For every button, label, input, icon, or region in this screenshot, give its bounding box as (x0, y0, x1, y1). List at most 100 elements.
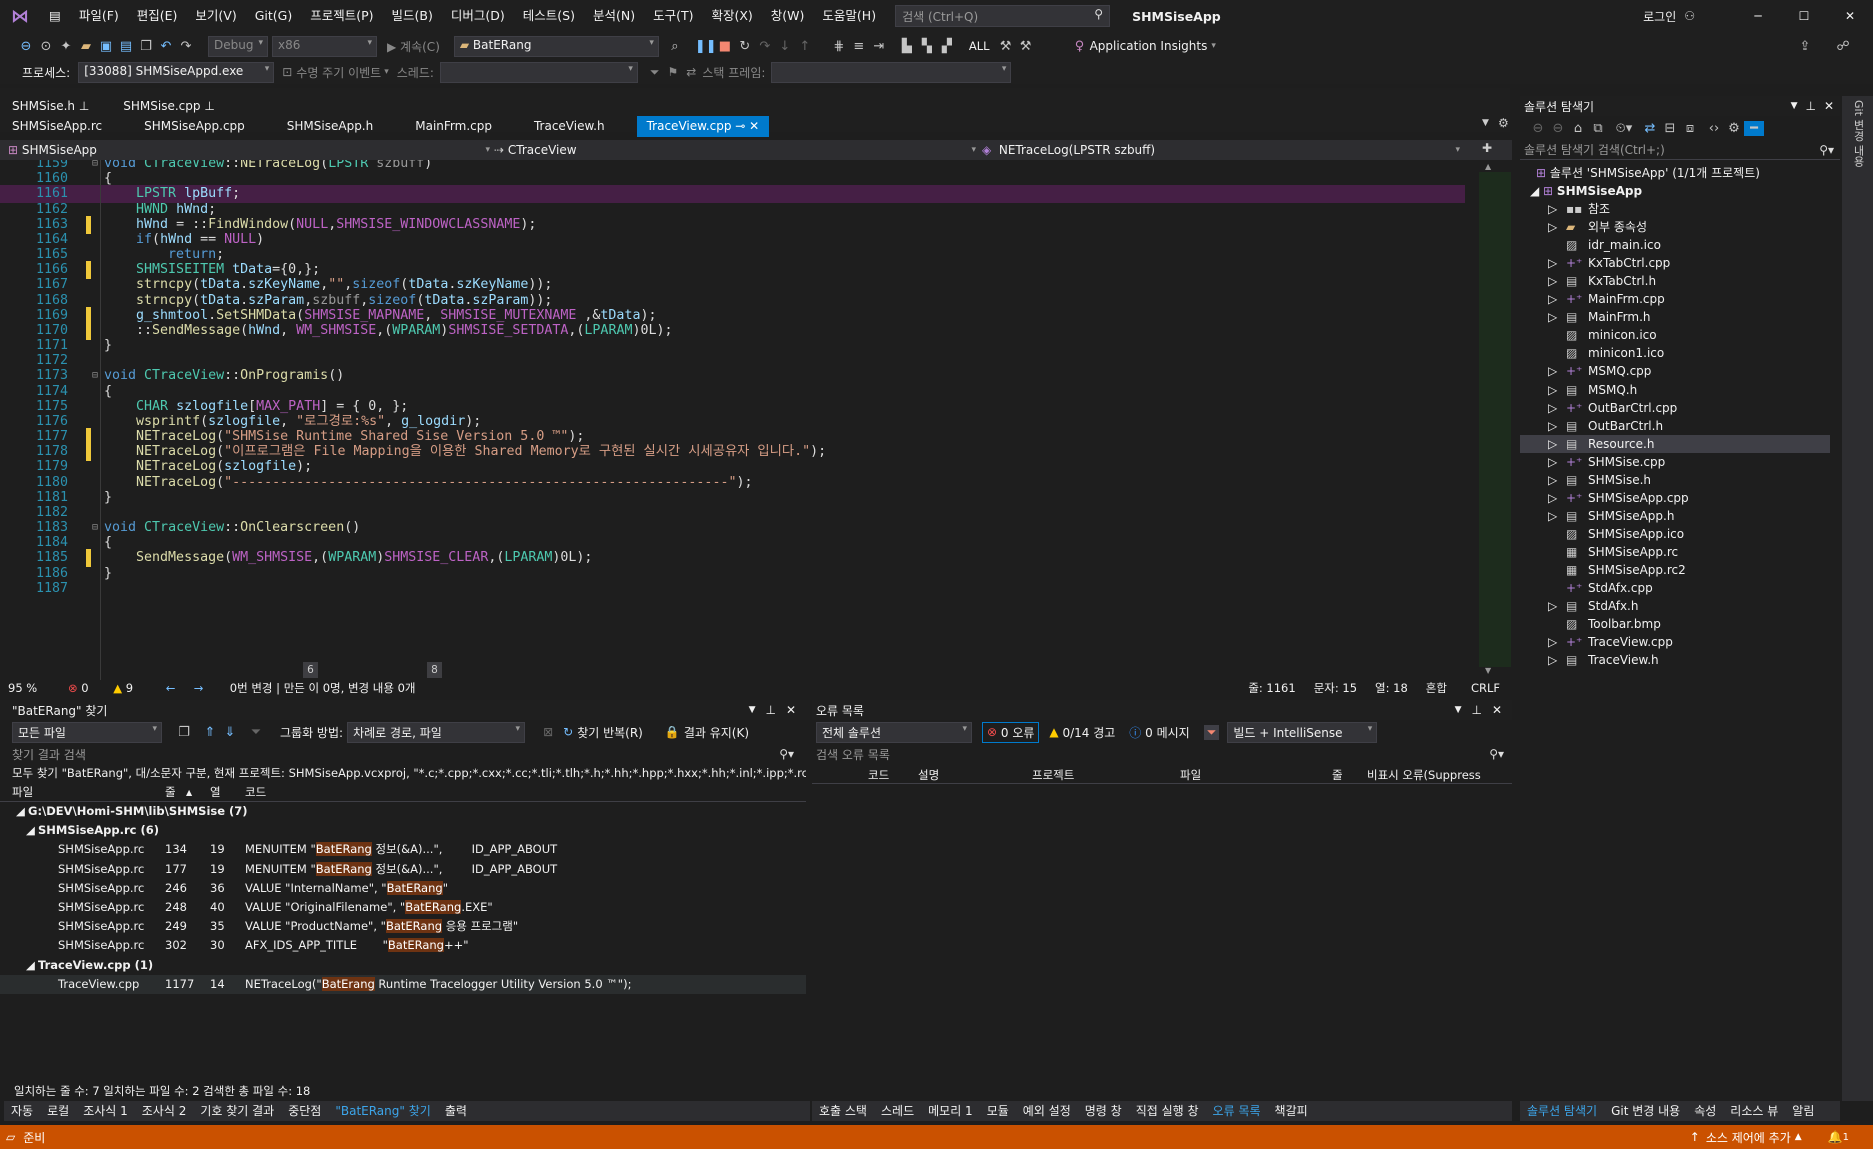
expand-arrow-icon[interactable]: ▷ (1548, 597, 1557, 615)
save-all-icon[interactable]: ▤ (116, 39, 136, 54)
view-code-icon[interactable]: ‹› (1704, 121, 1724, 136)
new-project-icon[interactable]: ✦ (56, 39, 76, 54)
tree-item[interactable]: ▷ ▪▪ 참조 (1520, 200, 1830, 218)
result-row[interactable]: SHMSiseApp.rc 177 19 MENUITEM "BatERang 정보(… (0, 860, 806, 879)
login-link[interactable]: 로그인 (1643, 8, 1676, 25)
expand-arrow-icon[interactable]: ▷ (1548, 362, 1557, 380)
repeat-find-icon[interactable]: ↻ (563, 725, 573, 739)
keep-results-button[interactable]: 결과 유지(K) (684, 724, 749, 741)
bottom-tab[interactable]: 기호 찾기 결과 (193, 1101, 281, 1121)
menu-item[interactable]: 도움말(H) (813, 0, 885, 32)
keep-results-icon[interactable]: 🔒 (665, 725, 680, 739)
tree-item[interactable]: ▷ ▤ MainFrm.h (1520, 308, 1830, 326)
panel-pin-icon[interactable]: ⊥ (765, 703, 775, 717)
err-col-code[interactable]: 코드 (868, 767, 889, 783)
tree-item[interactable]: ▷ +⁺ OutBarCtrl.cpp (1520, 399, 1830, 417)
pin-icon[interactable]: ⊥ (75, 99, 89, 113)
tree-item[interactable]: ▷ ▤ Resource.h (1520, 434, 1830, 453)
tree-item[interactable]: ▷ +⁺ SHMSise.cpp (1520, 453, 1830, 471)
menu-item[interactable]: 파일(F) (70, 0, 128, 32)
doc-tab[interactable]: SHMSiseApp.h (277, 116, 383, 137)
expand-arrow-icon[interactable]: ▷ (1548, 489, 1557, 507)
config-select[interactable]: Debug ▾ (208, 35, 268, 57)
scroll-map[interactable]: ▲ ▼ (1465, 160, 1512, 680)
expand-icon[interactable]: ◢ (26, 956, 35, 975)
col-line[interactable]: 줄 (165, 784, 176, 800)
step-out-icon[interactable]: ↑ (795, 39, 815, 54)
bottom-tab[interactable]: 조사식 1 (76, 1101, 135, 1121)
err-panel-close-icon[interactable]: ✕ (1492, 703, 1502, 717)
tree-item[interactable]: ▷ +⁺ KxTabCtrl.cpp (1520, 254, 1830, 272)
prev-result-icon[interactable]: ⇑ (200, 725, 220, 740)
menu-item[interactable]: 테스트(S) (514, 0, 584, 32)
breakpoint-icon[interactable]: ⋕ (829, 39, 849, 54)
err-col-desc[interactable]: 설명 (918, 767, 939, 783)
expand-arrow-icon[interactable]: ▷ (1548, 435, 1557, 453)
solution-node[interactable]: ⊞ 솔루션 'SHMSiseApp' (1/1개 프로젝트) (1536, 164, 1760, 182)
home-icon[interactable]: ⌂ (1568, 121, 1588, 136)
all-button[interactable]: ALL (969, 39, 990, 53)
source-control-arrow-icon[interactable]: ▲ (1795, 1132, 1802, 1142)
bookmark-prev-icon[interactable]: ▞ (937, 39, 957, 54)
menu-item[interactable]: 분석(N) (584, 0, 644, 32)
bottom-tab[interactable]: 조사식 2 (135, 1101, 194, 1121)
expand-arrow-icon[interactable]: ▷ (1548, 308, 1557, 326)
next-result-icon[interactable]: ⇓ (220, 725, 240, 740)
codelens-badge-a[interactable]: 6 (303, 662, 318, 678)
switch-views-icon[interactable]: ⧉ (1588, 121, 1608, 136)
bottom-tab[interactable]: 로컬 (40, 1101, 76, 1121)
sync-icon[interactable]: ⇄ (1640, 121, 1660, 136)
menu-item[interactable]: 프로젝트(P) (301, 0, 382, 32)
warning-count[interactable]: 9 (126, 681, 166, 695)
project-node[interactable]: ◢ ⊞ SHMSiseApp (1530, 182, 1642, 200)
tree-item[interactable]: ▷ +⁺ SHMSiseApp.cpp (1520, 489, 1830, 507)
tree-item[interactable]: ▷ ▤ OutBarCtrl.h (1520, 417, 1830, 435)
menu-item[interactable]: 확장(X) (702, 0, 761, 32)
err-col-line[interactable]: 줄 (1332, 767, 1343, 783)
tree-item[interactable]: ▷ ▤ MSMQ.h (1520, 381, 1830, 399)
expand-arrow-icon[interactable]: ▷ (1548, 453, 1557, 471)
bottom-tab[interactable]: 오류 목록 (1206, 1101, 1268, 1121)
col-col[interactable]: 열 (210, 784, 221, 800)
user-icon[interactable]: ⚇ (1684, 9, 1695, 23)
se-forward-icon[interactable]: ⊖ (1548, 121, 1568, 136)
expand-arrow-icon[interactable]: ▷ (1548, 381, 1557, 399)
bottom-tab[interactable]: "BatERang" 찾기 (328, 1101, 437, 1121)
member-nav-combo[interactable]: ◈ NETraceLog(LPSTR szbuff) ▾ (982, 141, 1460, 159)
save-icon[interactable]: ▣ (96, 39, 116, 54)
error-search[interactable]: 검색 오류 목록 ⚲▾ (812, 744, 1512, 764)
menu-item[interactable]: Git(G) (246, 0, 302, 32)
stop-icon[interactable]: ■ (715, 39, 735, 54)
bottom-tab[interactable]: 출력 (438, 1101, 474, 1121)
code-editor[interactable]: 1159 ⊟ void CTraceView::NETraceLog(LPSTR s… (0, 160, 1470, 680)
undo-icon[interactable]: ↶ (156, 39, 176, 54)
err-col-suppress[interactable]: 비표시 오류(Suppress (1367, 767, 1481, 783)
bottom-tab[interactable]: 리소스 뷰 (1723, 1101, 1785, 1121)
col-position[interactable]: 열: 18 (1375, 680, 1408, 696)
pending-changes-icon[interactable]: ⏲▾ (1614, 121, 1634, 136)
bottom-tab[interactable]: 솔루션 탐색기 (1520, 1101, 1604, 1121)
tree-item[interactable]: ▷ ▤ StdAfx.h (1520, 597, 1830, 615)
pin-icon[interactable]: ⊥ (201, 99, 214, 113)
tab-pin-icon[interactable]: ⊸ (731, 119, 745, 133)
tree-item[interactable]: ▦ SHMSiseApp.rc (1520, 543, 1830, 561)
expand-arrow-icon[interactable]: ▷ (1548, 471, 1557, 489)
bottom-tab[interactable]: 직접 실행 창 (1129, 1101, 1206, 1121)
lifecycle-button[interactable]: 수명 주기 이벤트 (296, 64, 381, 81)
repeat-find-button[interactable]: 찾기 반복(R) (577, 724, 643, 741)
properties-icon[interactable]: ⚙ (1724, 121, 1744, 136)
char-position[interactable]: 문자: 15 (1314, 680, 1357, 696)
tree-item[interactable]: ▨ minicon1.ico (1520, 344, 1830, 362)
notification-icon[interactable]: 🔔 (1828, 1130, 1843, 1144)
lifecycle-arrow-icon[interactable]: ▾ (384, 67, 389, 77)
messages-filter-button[interactable]: ⓘ 0 메시지 (1129, 724, 1189, 741)
find-icon[interactable]: ⌕ (665, 39, 685, 54)
doc-tab[interactable]: SHMSiseApp.rc (2, 116, 112, 137)
bottom-tab[interactable]: 책갈피 (1268, 1101, 1315, 1121)
flag-icon[interactable]: ⚑ (668, 65, 679, 79)
git-changes-side-tab[interactable]: Git 변경 내용 (1850, 100, 1866, 167)
forward-icon[interactable]: ⊙ (36, 39, 56, 54)
comment-icon[interactable]: ≡ (849, 39, 869, 54)
bottom-tab[interactable]: 알림 (1785, 1101, 1821, 1121)
result-row[interactable]: SHMSiseApp.rc 249 35 VALUE "ProductName", "… (0, 917, 806, 936)
